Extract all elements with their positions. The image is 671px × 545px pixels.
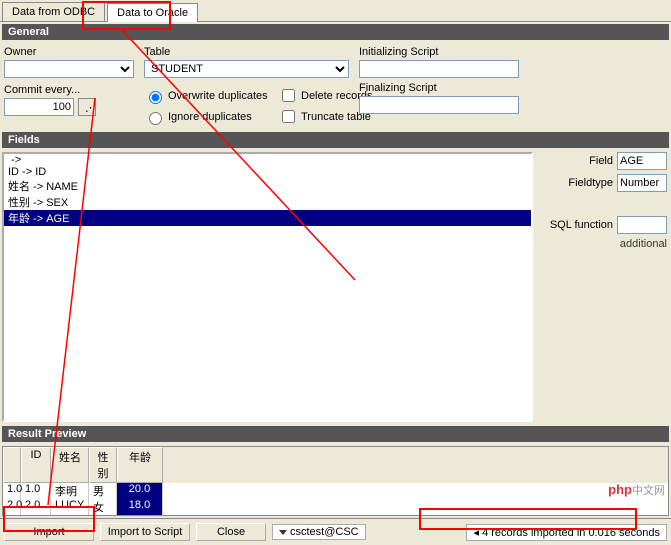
overwrite-label: Overwrite duplicates: [168, 90, 268, 102]
field-label: Field: [543, 155, 613, 167]
commit-label: Commit every...: [4, 84, 134, 96]
owner-select[interactable]: [4, 60, 134, 78]
grid-cell: 2.0: [21, 499, 51, 515]
tab-bar: Data from ODBC Data to Oracle: [0, 0, 671, 22]
final-script-input[interactable]: [359, 96, 519, 114]
ignore-radio[interactable]: [149, 112, 162, 125]
fields-list[interactable]: -> ID -> ID姓名 -> NAME性别 -> SEX年龄 -> AGE: [2, 152, 533, 422]
delete-check[interactable]: [282, 89, 295, 102]
watermark: php中文网: [608, 482, 665, 498]
ignore-label: Ignore duplicates: [168, 111, 252, 123]
fields-list-item[interactable]: 年龄 -> AGE: [4, 210, 531, 226]
overwrite-radio[interactable]: [149, 91, 162, 104]
import-to-script-button[interactable]: Import to Script: [100, 523, 190, 541]
fieldtype-input[interactable]: [617, 174, 667, 192]
init-script-input[interactable]: [359, 60, 519, 78]
result-header: Result Preview: [2, 426, 669, 442]
field-input[interactable]: [617, 152, 667, 170]
grid-header-cell[interactable]: 年龄: [117, 447, 163, 483]
fields-list-item[interactable]: ID -> ID: [4, 166, 531, 178]
table-row[interactable]: 2.02.0LUCY女18.0: [3, 499, 668, 515]
close-button[interactable]: Close: [196, 523, 266, 541]
sql-function-input[interactable]: [617, 216, 667, 234]
chevron-down-icon: [279, 530, 287, 535]
grid-cell: 李明: [51, 483, 89, 499]
table-select[interactable]: STUDENT: [144, 60, 349, 78]
general-panel: Owner Commit every... ⋰ Table STUDENT Ov…: [0, 42, 671, 130]
general-header: General: [2, 24, 669, 40]
result-grid[interactable]: ID姓名性别年龄1.01.0李明男20.02.02.0LUCY女18.0: [2, 446, 669, 516]
bottom-bar: Import Import to Script Close csctest@CS…: [0, 518, 671, 545]
sql-function-label: SQL function: [543, 219, 613, 231]
fieldtype-label: Fieldtype: [543, 177, 613, 189]
fields-header: Fields: [2, 132, 669, 148]
init-script-label: Initializing Script: [359, 46, 524, 58]
grid-cell: 1.0: [21, 483, 51, 499]
owner-label: Owner: [4, 46, 134, 58]
table-label: Table: [144, 46, 349, 58]
grid-cell: 2.0: [3, 499, 21, 515]
final-script-label: Finalizing Script: [359, 82, 524, 94]
grid-cell: LUCY: [51, 499, 89, 515]
fields-panel: -> ID -> ID姓名 -> NAME性别 -> SEX年龄 -> AGE …: [0, 150, 671, 424]
connection-label: csctest@CSC: [290, 526, 359, 538]
fields-list-item[interactable]: ->: [4, 154, 531, 166]
grid-cell: 男: [89, 483, 117, 499]
fields-list-item[interactable]: 性别 -> SEX: [4, 194, 531, 210]
grid-cell: 18.0: [117, 499, 163, 515]
import-button[interactable]: Import: [4, 523, 94, 541]
tab-data-from-odbc[interactable]: Data from ODBC: [2, 2, 105, 21]
truncate-check[interactable]: [282, 110, 295, 123]
grid-header-cell[interactable]: 姓名: [51, 447, 89, 483]
grid-header-cell[interactable]: ID: [21, 447, 51, 483]
grid-cell: 女: [89, 499, 117, 515]
grid-cell: 1.0: [3, 483, 21, 499]
fields-list-item[interactable]: 姓名 -> NAME: [4, 178, 531, 194]
table-row[interactable]: 1.01.0李明男20.0: [3, 483, 668, 499]
tab-data-to-oracle[interactable]: Data to Oracle: [107, 3, 198, 22]
grid-header-cell[interactable]: 性别: [89, 447, 117, 483]
commit-input[interactable]: [4, 98, 74, 116]
result-panel: ID姓名性别年龄1.01.0李明男20.02.02.0LUCY女18.0: [0, 444, 671, 518]
commit-calc-button[interactable]: ⋰: [78, 98, 96, 116]
grid-header-cell[interactable]: [3, 447, 21, 483]
additional-label: additional: [539, 238, 667, 250]
grid-cell: 20.0: [117, 483, 163, 499]
